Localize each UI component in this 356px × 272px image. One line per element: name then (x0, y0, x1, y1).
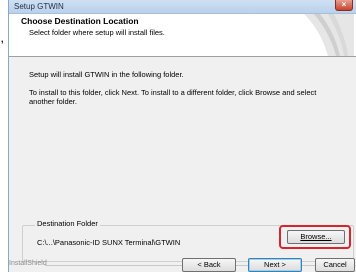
back-button[interactable]: < Back (182, 258, 236, 272)
destination-folder-label: Destination Folder (35, 219, 100, 228)
page-title: Choose Destination Location (21, 16, 139, 26)
next-button[interactable]: Next > (248, 258, 302, 272)
header-banner-art (304, 14, 354, 56)
wizard-header: Choose Destination Location Select folde… (9, 14, 356, 57)
instruction-text: To install to this folder, click Next. T… (29, 88, 317, 106)
cancel-button[interactable]: Cancel (315, 258, 355, 272)
browse-button[interactable]: Browse... (287, 230, 345, 244)
setup-dialog: Setup GTWIN × Choose Destination Locatio… (8, 0, 356, 272)
page-subtitle: Select folder where setup will install f… (29, 28, 165, 37)
installshield-brand: InstallShield (9, 260, 47, 267)
window-title: Setup GTWIN (14, 2, 64, 11)
close-button[interactable]: × (335, 0, 353, 11)
title-bar[interactable]: Setup GTWIN × (9, 0, 356, 14)
stray-text: , (1, 34, 4, 44)
intro-text: Setup will install GTWIN in the followin… (29, 70, 184, 79)
destination-path: C:\...\Panasonic-ID SUNX Terminal\GTWIN (37, 238, 181, 247)
close-icon: × (341, 0, 347, 9)
